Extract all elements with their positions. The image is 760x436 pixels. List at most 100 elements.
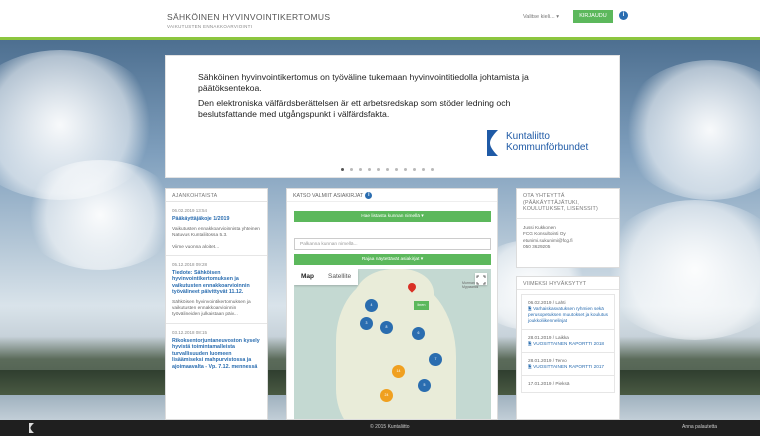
- approved-list: 06.02.2019 / Lahti 🗎 Varhaiskasvatuksen …: [521, 294, 615, 393]
- documents-panel: KATSO VALMIIT ASIAKIRJAT i Hae listasta k…: [286, 188, 498, 420]
- news-title-link[interactable]: Pääkäyttäjäkoje 1/2019: [172, 216, 261, 223]
- map-cluster-marker[interactable]: 8: [380, 321, 393, 334]
- info-icon[interactable]: i: [619, 11, 628, 20]
- kuntaliitto-logo: Kuntaliitto Kommunförbundet: [484, 128, 614, 160]
- carousel-text-sv: Den elektroniska välfärdsberättelsen är …: [198, 98, 511, 119]
- carousel-dot[interactable]: [395, 168, 398, 171]
- marker-count: 6: [417, 331, 420, 335]
- news-date: 03.12.2018 08:15: [172, 329, 208, 335]
- map-land: [336, 277, 456, 419]
- document-icon: 🗎: [528, 306, 532, 311]
- marker-count: 14: [396, 369, 401, 373]
- contact-heading: OTA YHTEYTTÄ (PÄÄKÄYTTÄJÄTUKI, KOULUTUKS…: [517, 189, 619, 219]
- carousel-dot[interactable]: [431, 168, 434, 171]
- carousel-dot[interactable]: [386, 168, 389, 171]
- news-date: 05.12.2018 09:28: [172, 261, 208, 267]
- cloud: [600, 200, 760, 340]
- news-panel: AJANKOHTAISTA 06.02.2019 13:54 Pääkäyttä…: [165, 188, 268, 420]
- marker-count: 7: [434, 357, 437, 361]
- info-icon[interactable]: i: [365, 192, 373, 199]
- news-item: 05.12.2018 09:28 Tiedote: Sähköisen hyvi…: [166, 256, 267, 324]
- site-header: SÄHKÖINEN HYVINVOINTIKERTOMUS VAIKUTUSTE…: [0, 0, 760, 40]
- approved-date: 17.01.2019 / Pieksä: [528, 381, 570, 386]
- carousel-dot[interactable]: [404, 168, 407, 171]
- approved-document-title: VUOSITTAINEN RAPORTTI 2017: [533, 364, 605, 369]
- map-cluster-marker[interactable]: 24: [380, 389, 393, 402]
- approved-item: 17.01.2019 / Pieksä: [522, 376, 614, 392]
- carousel-dot[interactable]: [413, 168, 416, 171]
- documents-heading-text: KATSO VALMIIT ASIAKIRJAT: [293, 192, 364, 199]
- carousel-text-fi: Sähköinen hyvinvointikertomus on työväli…: [198, 72, 529, 93]
- map-cluster-marker[interactable]: 7: [429, 353, 442, 366]
- approved-document-link[interactable]: 🗎 VUOSITTAINEN RAPORTTI 2018: [528, 341, 608, 347]
- carousel-dot[interactable]: [422, 168, 425, 171]
- language-select-label: Valitse kieli...: [523, 14, 555, 20]
- news-body: Vaikutusten ennakkoarvioinnista yhteinen…: [172, 226, 260, 238]
- municipality-search-input[interactable]: Palkanna kunnan nimellä...: [294, 238, 491, 250]
- logo-line-2: Kommunförbundet: [506, 142, 589, 153]
- chevron-down-icon: ▾: [556, 14, 559, 20]
- map-cluster-marker[interactable]: 6: [412, 327, 425, 340]
- approved-heading: VIIMEKSI HYVÄKSYTYT: [517, 277, 619, 290]
- map-cluster-marker[interactable]: 5: [418, 379, 431, 392]
- document-icon: 🗎: [528, 364, 532, 369]
- fullscreen-icon[interactable]: [475, 273, 487, 285]
- approved-document-link[interactable]: 🗎 VUOSITTAINEN RAPORTTI 2017: [528, 364, 608, 370]
- document-icon: 🗎: [528, 341, 532, 346]
- kuntaliitto-footer-logo[interactable]: [28, 423, 34, 433]
- carousel-dot[interactable]: [350, 168, 353, 171]
- marker-count: 24: [384, 393, 389, 397]
- carousel-dot[interactable]: [341, 168, 344, 171]
- copyright-text: © 2015 Kuntaliitto: [370, 424, 410, 430]
- carousel-dot[interactable]: [377, 168, 380, 171]
- news-heading: AJANKOHTAISTA: [166, 189, 267, 202]
- map-type-tabs: Map Satellite: [294, 269, 359, 285]
- intro-carousel: Sähköinen hyvinvointikertomus on työväli…: [165, 55, 620, 178]
- tab-satellite[interactable]: Satellite: [321, 269, 358, 285]
- contact-details: Jussi Kukkonen FCG Konsultointi Oy etuni…: [517, 219, 619, 256]
- approved-document-title: VUOSITTAINEN RAPORTTI 2018: [533, 341, 605, 346]
- documents-heading: KATSO VALMIIT ASIAKIRJAT i: [287, 189, 497, 202]
- site-subtitle: VAIKUTUSTEN ENNAKKOARVIOINTI: [167, 24, 253, 29]
- feedback-link[interactable]: Anna palautetta: [682, 424, 717, 430]
- site-footer: © 2015 Kuntaliitto Anna palautetta: [0, 420, 760, 436]
- marker-count: 8: [385, 325, 388, 329]
- login-button[interactable]: KIRJAUDU: [573, 10, 613, 23]
- news-title-link[interactable]: Rikoksentorjuntaneuvoston kysely hyvistä…: [172, 338, 261, 371]
- language-select[interactable]: Valitse kieli... ▾: [523, 14, 559, 20]
- cloud: [620, 60, 760, 200]
- map-cluster-marker[interactable]: 3: [360, 317, 373, 330]
- news-excerpt: Viime vuonna aloitet...: [172, 244, 220, 250]
- fullscreen-icon-glyph: [476, 275, 486, 285]
- approved-document-link[interactable]: 🗎 Varhaiskasvatuksen ryhmien sekä peruso…: [528, 306, 608, 324]
- map-badge[interactable]: linen: [414, 301, 429, 310]
- news-date: 06.02.2019 13:54: [172, 208, 208, 213]
- select-municipality-button[interactable]: Hae listasta kunnan nimellä ▾: [294, 211, 491, 222]
- approved-item: 06.02.2019 / Lahti 🗎 Varhaiskasvatuksen …: [522, 295, 614, 330]
- news-item: 03.12.2018 08:15 Rikoksentorjuntaneuvost…: [166, 324, 267, 376]
- logo-text: Kuntaliitto Kommunförbundet: [506, 131, 588, 153]
- approved-document-title: Varhaiskasvatuksen ryhmien sekä perusope…: [528, 306, 608, 323]
- news-body: Sähköisen hyvinvointikertomuksen ja vaik…: [172, 299, 251, 317]
- site-title: SÄHKÖINEN HYVINVOINTIKERTOMUS: [167, 12, 331, 22]
- map-cluster-marker[interactable]: 14: [392, 365, 405, 378]
- marker-count: 5: [423, 383, 426, 387]
- logo-line-1: Kuntaliitto: [506, 131, 550, 142]
- kuntaliitto-logo-mark: [487, 130, 498, 156]
- filter-documents-button[interactable]: Rajaa näytettävät asiakirjat ▾: [294, 254, 491, 265]
- map-cluster-marker[interactable]: 4: [365, 299, 378, 312]
- recently-approved-panel: VIIMEKSI HYVÄKSYTYT 06.02.2019 / Lahti 🗎…: [516, 276, 620, 420]
- carousel-dot[interactable]: [359, 168, 362, 171]
- contact-panel: OTA YHTEYTTÄ (PÄÄKÄYTTÄJÄTUKI, KOULUTUKS…: [516, 188, 620, 268]
- cloud: [20, 160, 180, 270]
- carousel-indicators: [341, 168, 434, 171]
- approved-item: 28.01.2019 / Laikka 🗎 VUOSITTAINEN RAPOR…: [522, 330, 614, 353]
- marker-count: 3: [365, 321, 368, 325]
- news-title-link[interactable]: Tiedote: Sähköisen hyvinvointikertomukse…: [172, 270, 261, 296]
- tab-map[interactable]: Map: [294, 269, 321, 285]
- carousel-dot[interactable]: [368, 168, 371, 171]
- municipality-map[interactable]: Murmansk Мурманск linen 4 8 3 6 14 7 24 …: [294, 269, 491, 419]
- approved-item: 28.01.2019 / Tervo 🗎 VUOSITTAINEN RAPORT…: [522, 353, 614, 376]
- brand[interactable]: SÄHKÖINEN HYVINVOINTIKERTOMUS VAIKUTUSTE…: [167, 12, 330, 29]
- marker-count: 4: [370, 303, 373, 307]
